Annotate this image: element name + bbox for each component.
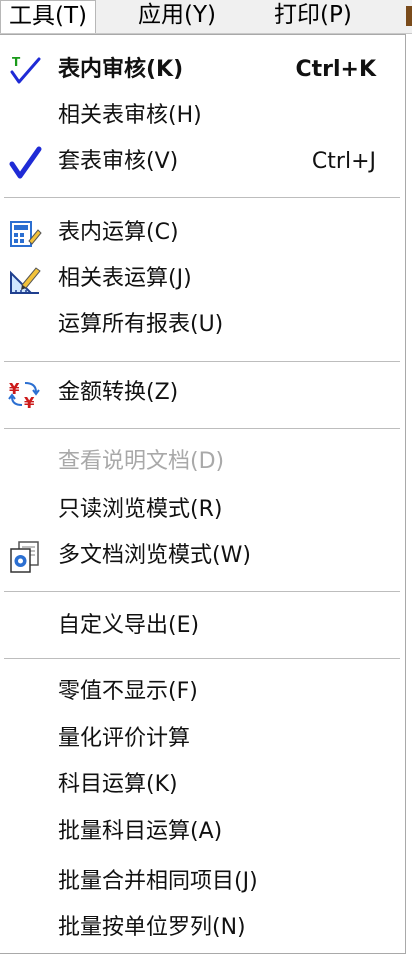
menu-item-label: 套表审核(V) <box>58 149 179 174</box>
menu-print[interactable]: 打印(P) <box>266 0 360 33</box>
menu-item-label: 表内运算(C) <box>58 220 179 245</box>
ruler-pencil-icon <box>10 267 41 294</box>
checkmark-icon: T <box>10 55 41 84</box>
menu-item-related-check[interactable]: 相关表审核(H) <box>0 93 404 139</box>
menu-item-label: 相关表审核(H) <box>58 103 202 128</box>
menu-item-label: 科目运算(K) <box>58 772 178 797</box>
menu-item-label: 多文档浏览模式(W) <box>58 543 251 568</box>
menu-bar: 工具(T) 应用(Y) 打印(P) <box>0 0 412 34</box>
menu-item-label: 查看说明文档(D) <box>58 449 225 474</box>
menu-item-readonly-mode[interactable]: 只读浏览模式(R) <box>0 487 404 533</box>
menu-tools[interactable]: 工具(T) <box>0 0 96 33</box>
menu-item-custom-export[interactable]: 自定义导出(E) <box>0 603 404 649</box>
menu-item-calc-all[interactable]: 运算所有报表(U) <box>0 302 404 348</box>
menu-item-label: 量化评价计算 <box>58 726 191 751</box>
menu-separator <box>4 197 400 199</box>
menu-item-label: 批量合并相同项目(J) <box>58 869 258 894</box>
menu-separator <box>4 361 400 363</box>
menu-item-batch-subject-calc[interactable]: 批量科目运算(A) <box>0 809 404 855</box>
menu-item-set-check[interactable]: 套表审核(V) Ctrl+J <box>0 139 404 185</box>
menu-apply[interactable]: 应用(Y) <box>130 0 224 33</box>
menu-item-label: 相关表运算(J) <box>58 266 192 291</box>
menu-item-subject-calc[interactable]: 科目运算(K) <box>0 762 404 808</box>
menu-item-intra-calc[interactable]: 表内运算(C) <box>0 210 404 256</box>
menu-item-label: 只读浏览模式(R) <box>58 497 223 522</box>
menu-item-intra-check[interactable]: T 表内审核(K) Ctrl+K <box>0 47 404 93</box>
menu-item-label: 批量按单位罗列(N) <box>58 915 246 940</box>
menu-item-view-docs: 查看说明文档(D) <box>0 439 404 485</box>
menu-separator <box>4 658 400 660</box>
menu-separator <box>4 591 400 593</box>
shortcut-label: Ctrl+J <box>311 149 376 174</box>
multi-document-icon <box>10 541 39 573</box>
menubar-edge-icon <box>406 6 412 26</box>
menu-item-hide-zero[interactable]: 零值不显示(F) <box>0 669 404 715</box>
menu-item-quant-eval[interactable]: 量化评价计算 <box>0 716 404 762</box>
menu-item-label: 批量科目运算(A) <box>58 819 223 844</box>
svg-text:¥: ¥ <box>24 394 35 411</box>
menu-item-batch-arrange[interactable]: 批量按单位罗列(N) <box>0 905 404 951</box>
menu-item-label: 自定义导出(E) <box>58 613 200 638</box>
menu-item-amount-convert[interactable]: ¥ ¥ 金额转换(Z) <box>0 370 404 416</box>
menu-item-related-calc[interactable]: 相关表运算(J) <box>0 256 404 302</box>
menu-item-label: 金额转换(Z) <box>58 380 179 405</box>
tools-dropdown-menu: T 表内审核(K) Ctrl+K 相关表审核(H) 套表审核(V) Ctrl+J… <box>0 34 406 954</box>
calculator-edit-icon <box>10 221 42 247</box>
menu-item-label: 零值不显示(F) <box>58 679 198 704</box>
svg-text:T: T <box>12 55 21 69</box>
currency-convert-icon: ¥ ¥ <box>8 380 40 411</box>
menu-item-batch-merge[interactable]: 批量合并相同项目(J) <box>0 859 404 905</box>
menu-item-label: 表内审核(K) <box>58 57 184 82</box>
menu-separator <box>4 428 400 430</box>
checkmark-icon <box>9 146 42 179</box>
menu-item-multidoc-mode[interactable]: 多文档浏览模式(W) <box>0 533 404 579</box>
menu-item-label: 运算所有报表(U) <box>58 312 224 337</box>
shortcut-label: Ctrl+K <box>295 57 376 82</box>
